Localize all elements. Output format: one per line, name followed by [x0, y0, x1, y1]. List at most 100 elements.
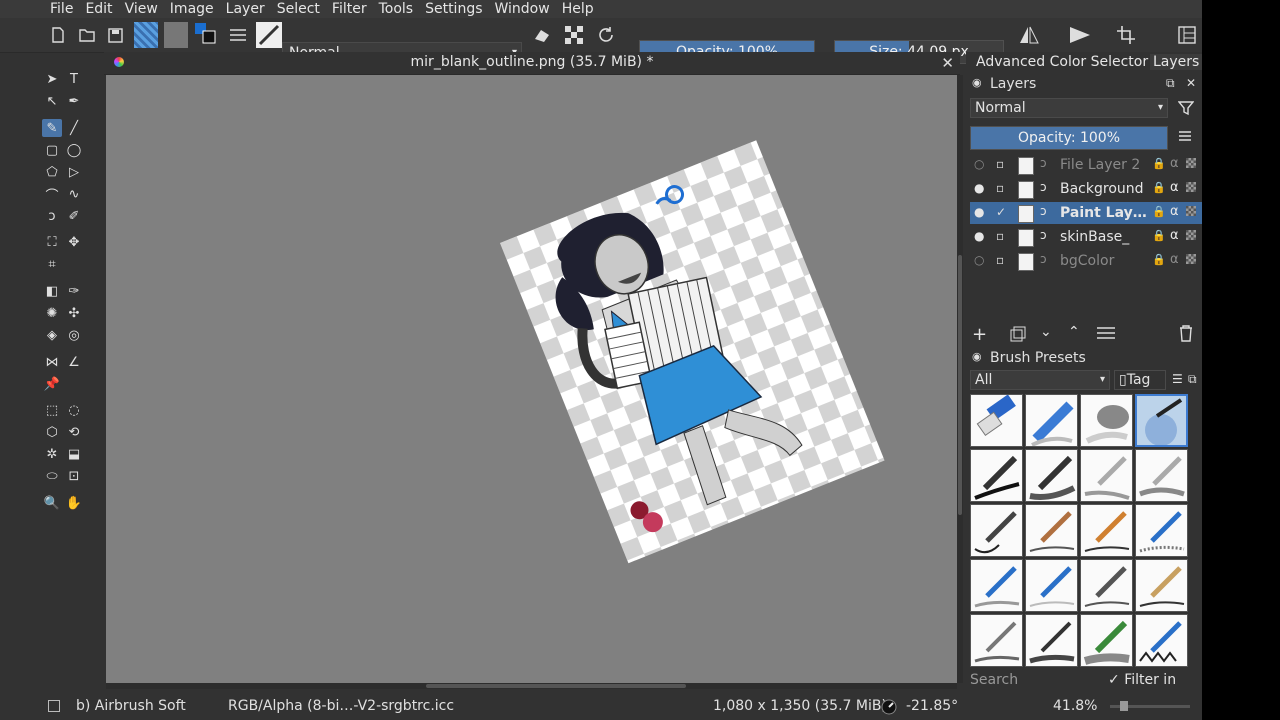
brush-preset-ink-4[interactable]: [1135, 449, 1188, 502]
float-docker-icon[interactable]: ⧉: [1188, 372, 1197, 387]
tab-layers[interactable]: Layers: [1150, 54, 1203, 70]
layer-opacity-slider[interactable]: Opacity: 100%: [970, 126, 1168, 150]
delete-layer-icon[interactable]: [1178, 324, 1194, 346]
status-zoom[interactable]: 41.8%: [1053, 698, 1097, 714]
menu-tools[interactable]: Tools: [373, 0, 420, 18]
color-picker-tool-icon[interactable]: ✑: [64, 282, 84, 300]
brush-preset-airbrush-soft[interactable]: [1135, 394, 1188, 447]
save-icon[interactable]: [106, 24, 124, 46]
similar-select-tool-icon[interactable]: ⬓: [64, 445, 84, 463]
vertical-scrollbar[interactable]: [957, 75, 963, 683]
workspace-icon[interactable]: [1176, 24, 1198, 46]
eye-icon[interactable]: ●: [974, 229, 984, 243]
layer-row[interactable]: ● ▫ ↄ Background 🔒 α: [970, 178, 1202, 200]
document-tab[interactable]: mir_blank_outline.png (35.7 MiB) * ✕: [104, 52, 960, 75]
eye-hidden-icon[interactable]: ○: [974, 157, 984, 171]
menu-layer[interactable]: Layer: [220, 0, 271, 18]
enclose-fill-tool-icon[interactable]: ◎: [64, 326, 84, 344]
transform-tool-icon[interactable]: ⛶: [42, 233, 62, 251]
eraser-icon[interactable]: [532, 24, 552, 46]
brush-tag-combo[interactable]: All ▾: [970, 370, 1110, 390]
duplicate-layer-icon[interactable]: [1010, 326, 1026, 346]
open-folder-icon[interactable]: [78, 24, 96, 46]
mirror-horizontal-icon[interactable]: [1018, 24, 1040, 46]
brush-preset-texture-1[interactable]: [1080, 614, 1133, 667]
close-docker-icon[interactable]: ✕: [1186, 76, 1196, 90]
smart-patch-tool-icon[interactable]: ✺: [42, 304, 62, 322]
brush-preset-pencil-4[interactable]: [1080, 559, 1133, 612]
canvas-area[interactable]: [106, 75, 957, 683]
move-layer-up-icon[interactable]: ⌃: [1068, 324, 1080, 340]
layer-row[interactable]: ● ▫ ↄ skinBase_ 🔒 α: [970, 226, 1202, 248]
brush-settings-icon[interactable]: [228, 24, 248, 46]
zoom-tool-icon[interactable]: 🔍: [42, 494, 62, 512]
layer-properties-icon[interactable]: [1096, 326, 1116, 344]
pan-tool-icon[interactable]: ✋: [64, 494, 84, 512]
colorize-mask-tool-icon[interactable]: ✣: [64, 304, 84, 322]
menu-select[interactable]: Select: [271, 0, 326, 18]
calligraphy-tool-icon[interactable]: ✒: [64, 92, 84, 110]
new-document-icon[interactable]: [50, 24, 66, 46]
menu-settings[interactable]: Settings: [419, 0, 488, 18]
edit-shapes-tool-icon[interactable]: ↖: [42, 92, 62, 110]
add-layer-icon[interactable]: +: [972, 324, 987, 345]
eye-hidden-icon[interactable]: ○: [974, 253, 984, 267]
mirror-vertical-icon[interactable]: [1068, 24, 1092, 46]
move-layer-down-icon[interactable]: ⌄: [1040, 324, 1052, 340]
status-rotation[interactable]: -21.85°: [906, 698, 958, 714]
tab-advanced-color-selector[interactable]: Advanced Color Selector: [976, 54, 1148, 70]
polygon-select-tool-icon[interactable]: ⬡: [42, 423, 62, 441]
brush-preset-smudge[interactable]: [1080, 394, 1133, 447]
brush-preset-ink-3[interactable]: [1080, 449, 1133, 502]
checkbox-icon[interactable]: ▫: [996, 157, 1004, 171]
inherit-alpha-icon[interactable]: [1186, 158, 1196, 168]
menu-window[interactable]: Window: [489, 0, 556, 18]
alpha-lock-icon[interactable]: α: [1170, 204, 1179, 219]
brush-preset-texture-2[interactable]: [1135, 614, 1188, 667]
lock-icon[interactable]: 🔒: [1152, 205, 1166, 218]
checkbox-checked-icon[interactable]: ✓: [996, 205, 1006, 219]
brush-preset-pen-3[interactable]: [1080, 504, 1133, 557]
select-shapes-tool-icon[interactable]: ➤: [42, 70, 62, 88]
brush-preset-fill-1[interactable]: [970, 614, 1023, 667]
brush-preset-pencil-1[interactable]: [1135, 504, 1188, 557]
brush-preset-ink-1[interactable]: [970, 449, 1023, 502]
bezier-tool-icon[interactable]: ⌒: [42, 185, 62, 204]
line-tool-icon[interactable]: ╱: [64, 119, 84, 137]
freehand-brush-tool-icon[interactable]: ✎: [42, 119, 62, 137]
filter-icon[interactable]: [1177, 100, 1195, 120]
crop-tool-icon[interactable]: ⌗: [42, 255, 62, 273]
brush-search-input[interactable]: Search: [970, 670, 1104, 690]
menu-image[interactable]: Image: [164, 0, 220, 18]
fill-tool-icon[interactable]: ◈: [42, 326, 62, 344]
polyline-tool-icon[interactable]: ▷: [64, 163, 84, 181]
layer-menu-icon[interactable]: [1178, 130, 1192, 146]
brush-preset-fill-2[interactable]: [1025, 614, 1078, 667]
gradient-tool-icon[interactable]: ◧: [42, 282, 62, 300]
inherit-alpha-icon[interactable]: [1186, 206, 1196, 216]
lock-icon[interactable]: 🔒: [1152, 229, 1166, 242]
menu-view[interactable]: View: [119, 0, 164, 18]
bezier-select-tool-icon[interactable]: ⬭: [42, 467, 62, 485]
brush-preset-icon[interactable]: [256, 22, 282, 48]
brush-preset-pen-2[interactable]: [1025, 504, 1078, 557]
contiguous-select-tool-icon[interactable]: ✲: [42, 445, 62, 463]
layer-row[interactable]: ○ ▫ ↄ File Layer 2 🔒 α: [970, 154, 1202, 176]
lock-icon[interactable]: 🔒: [1152, 181, 1166, 194]
menu-edit[interactable]: Edit: [79, 0, 118, 18]
eye-icon[interactable]: ●: [974, 181, 984, 195]
polygon-tool-icon[interactable]: ⬠: [42, 163, 62, 181]
freehand-path-tool-icon[interactable]: ∿: [64, 185, 84, 203]
horizontal-scrollbar[interactable]: [106, 683, 957, 689]
tag-button[interactable]: ▯Tag: [1114, 370, 1166, 390]
measure-tool-icon[interactable]: ∠: [64, 353, 84, 371]
rotation-dial-icon[interactable]: [880, 699, 898, 715]
dynamic-brush-tool-icon[interactable]: ↄ: [42, 207, 62, 225]
inherit-alpha-icon[interactable]: [1186, 254, 1196, 264]
menu-filter[interactable]: Filter: [326, 0, 373, 18]
status-color-profile[interactable]: RGB/Alpha (8-bi…-V2-srgbtrc.icc: [228, 698, 454, 714]
checkbox-icon[interactable]: ▫: [996, 253, 1004, 267]
layer-blend-mode-combo[interactable]: Normal ▾: [970, 98, 1168, 118]
eye-icon[interactable]: ●: [974, 205, 984, 219]
gradient-swatch[interactable]: [134, 22, 158, 48]
